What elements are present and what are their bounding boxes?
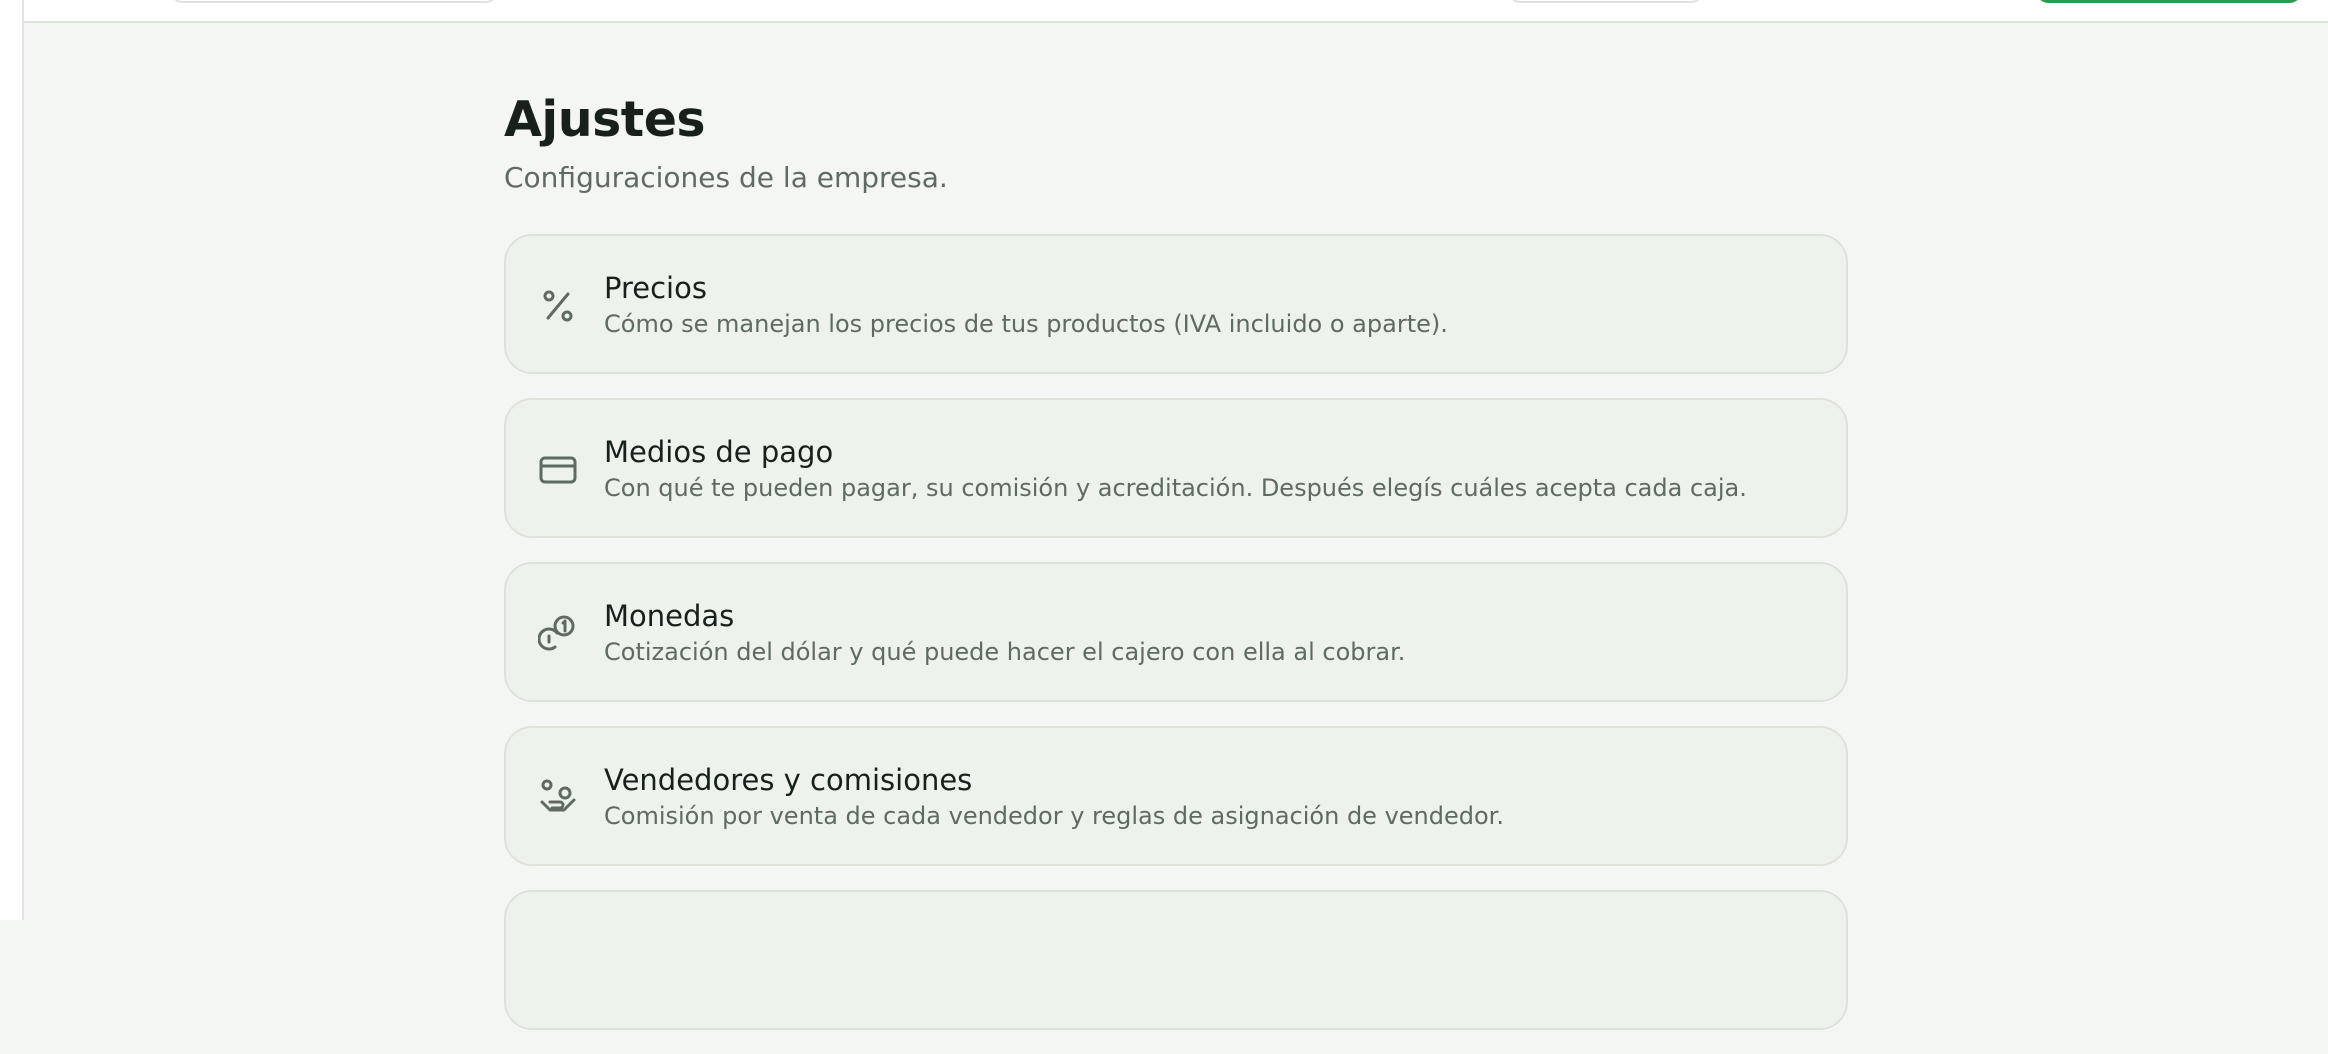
settings-card-next[interactable] xyxy=(504,890,1848,1030)
settings-card-title: Vendedores y comisiones xyxy=(604,763,973,797)
percent-icon xyxy=(538,286,578,326)
page-subtitle: Configuraciones de la empresa. xyxy=(504,161,948,194)
settings-card-description: Comisión por venta de cada vendedor y re… xyxy=(604,802,1504,830)
branch-selector[interactable] xyxy=(1508,0,1704,3)
settings-card-medios-de-pago[interactable]: Medios de pago Con qué te pueden pagar, … xyxy=(504,398,1848,538)
settings-card-title: Precios xyxy=(604,271,707,305)
sidebar xyxy=(0,0,24,920)
hand-coins-icon xyxy=(538,778,578,818)
settings-card-description: Cotización del dólar y qué puede hacer e… xyxy=(604,638,1406,666)
top-bar xyxy=(24,0,2328,23)
page-title: Ajustes xyxy=(504,91,706,148)
settings-page: Ajustes Configuraciones de la empresa. P… xyxy=(504,92,1848,1054)
settings-card-description: Con qué te pueden pagar, su comisión y a… xyxy=(604,474,1747,502)
primary-action-button[interactable] xyxy=(2036,0,2302,3)
settings-list: Precios Cómo se manejan los precios de t… xyxy=(504,234,1848,1030)
settings-card-title: Medios de pago xyxy=(604,435,834,469)
credit-card-icon xyxy=(538,450,578,490)
coins-icon xyxy=(538,614,578,654)
settings-card-precios[interactable]: Precios Cómo se manejan los precios de t… xyxy=(504,234,1848,374)
search-input[interactable] xyxy=(170,0,498,3)
settings-card-monedas[interactable]: Monedas Cotización del dólar y qué puede… xyxy=(504,562,1848,702)
settings-card-description: Cómo se manejan los precios de tus produ… xyxy=(604,310,1448,338)
settings-card-vendedores[interactable]: Vendedores y comisiones Comisión por ven… xyxy=(504,726,1848,866)
settings-card-title: Monedas xyxy=(604,599,735,633)
